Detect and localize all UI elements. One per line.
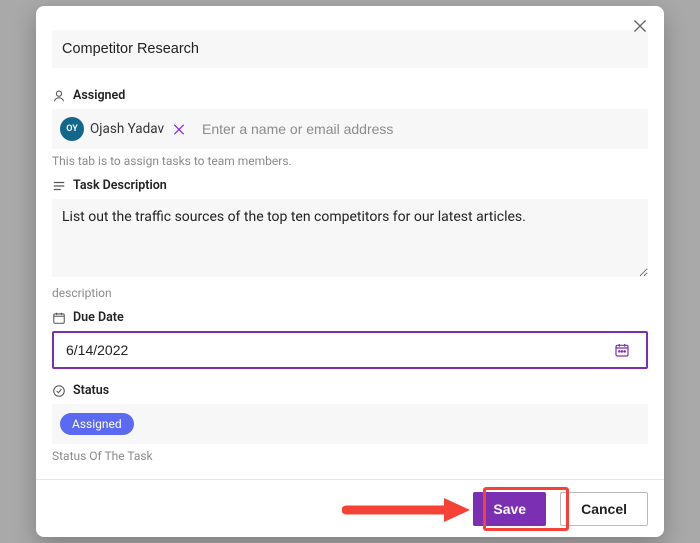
assigned-section: Assigned OY Ojash Yadav This tab is to a… <box>52 88 648 168</box>
avatar: OY <box>60 117 84 141</box>
assigned-field[interactable]: OY Ojash Yadav <box>52 109 648 149</box>
assigned-label-text: Assigned <box>73 88 125 103</box>
status-helper: Status Of The Task <box>52 449 648 463</box>
lines-icon <box>52 179 66 193</box>
status-badge: Assigned <box>60 413 134 435</box>
due-date-label-text: Due Date <box>73 310 124 325</box>
status-field[interactable]: Assigned <box>52 404 648 444</box>
close-button[interactable] <box>628 14 652 38</box>
task-modal: Assigned OY Ojash Yadav This tab is to a… <box>36 6 664 537</box>
save-button[interactable]: Save <box>473 492 546 526</box>
due-date-field[interactable] <box>52 331 648 369</box>
due-date-section: Due Date <box>52 310 648 369</box>
calendar-icon <box>52 311 66 325</box>
x-icon <box>174 124 184 135</box>
person-icon <box>52 89 66 103</box>
check-circle-icon <box>52 384 66 398</box>
assigned-helper: This tab is to assign tasks to team memb… <box>52 154 648 168</box>
status-label: Status <box>52 383 648 398</box>
open-datepicker-button[interactable] <box>608 341 636 359</box>
description-textarea[interactable] <box>52 199 648 277</box>
due-date-label: Due Date <box>52 310 648 325</box>
assigned-label: Assigned <box>52 88 648 103</box>
description-label: Task Description <box>52 178 648 193</box>
cancel-button[interactable]: Cancel <box>560 492 648 526</box>
calendar-picker-icon <box>614 342 630 358</box>
assignee-input[interactable] <box>190 120 640 138</box>
description-label-text: Task Description <box>73 178 167 193</box>
close-icon <box>634 19 646 33</box>
task-title-input[interactable] <box>52 30 648 68</box>
remove-assignee-button[interactable] <box>168 118 190 140</box>
status-section: Status Assigned Status Of The Task <box>52 383 648 463</box>
modal-footer: Save Cancel <box>36 479 664 537</box>
description-section: Task Description description <box>52 178 648 300</box>
status-label-text: Status <box>73 383 109 398</box>
due-date-input[interactable] <box>64 341 608 359</box>
description-helper: description <box>52 286 648 300</box>
assignee-chip-name: Ojash Yadav <box>90 121 164 137</box>
annotation-arrow-icon <box>342 496 472 524</box>
